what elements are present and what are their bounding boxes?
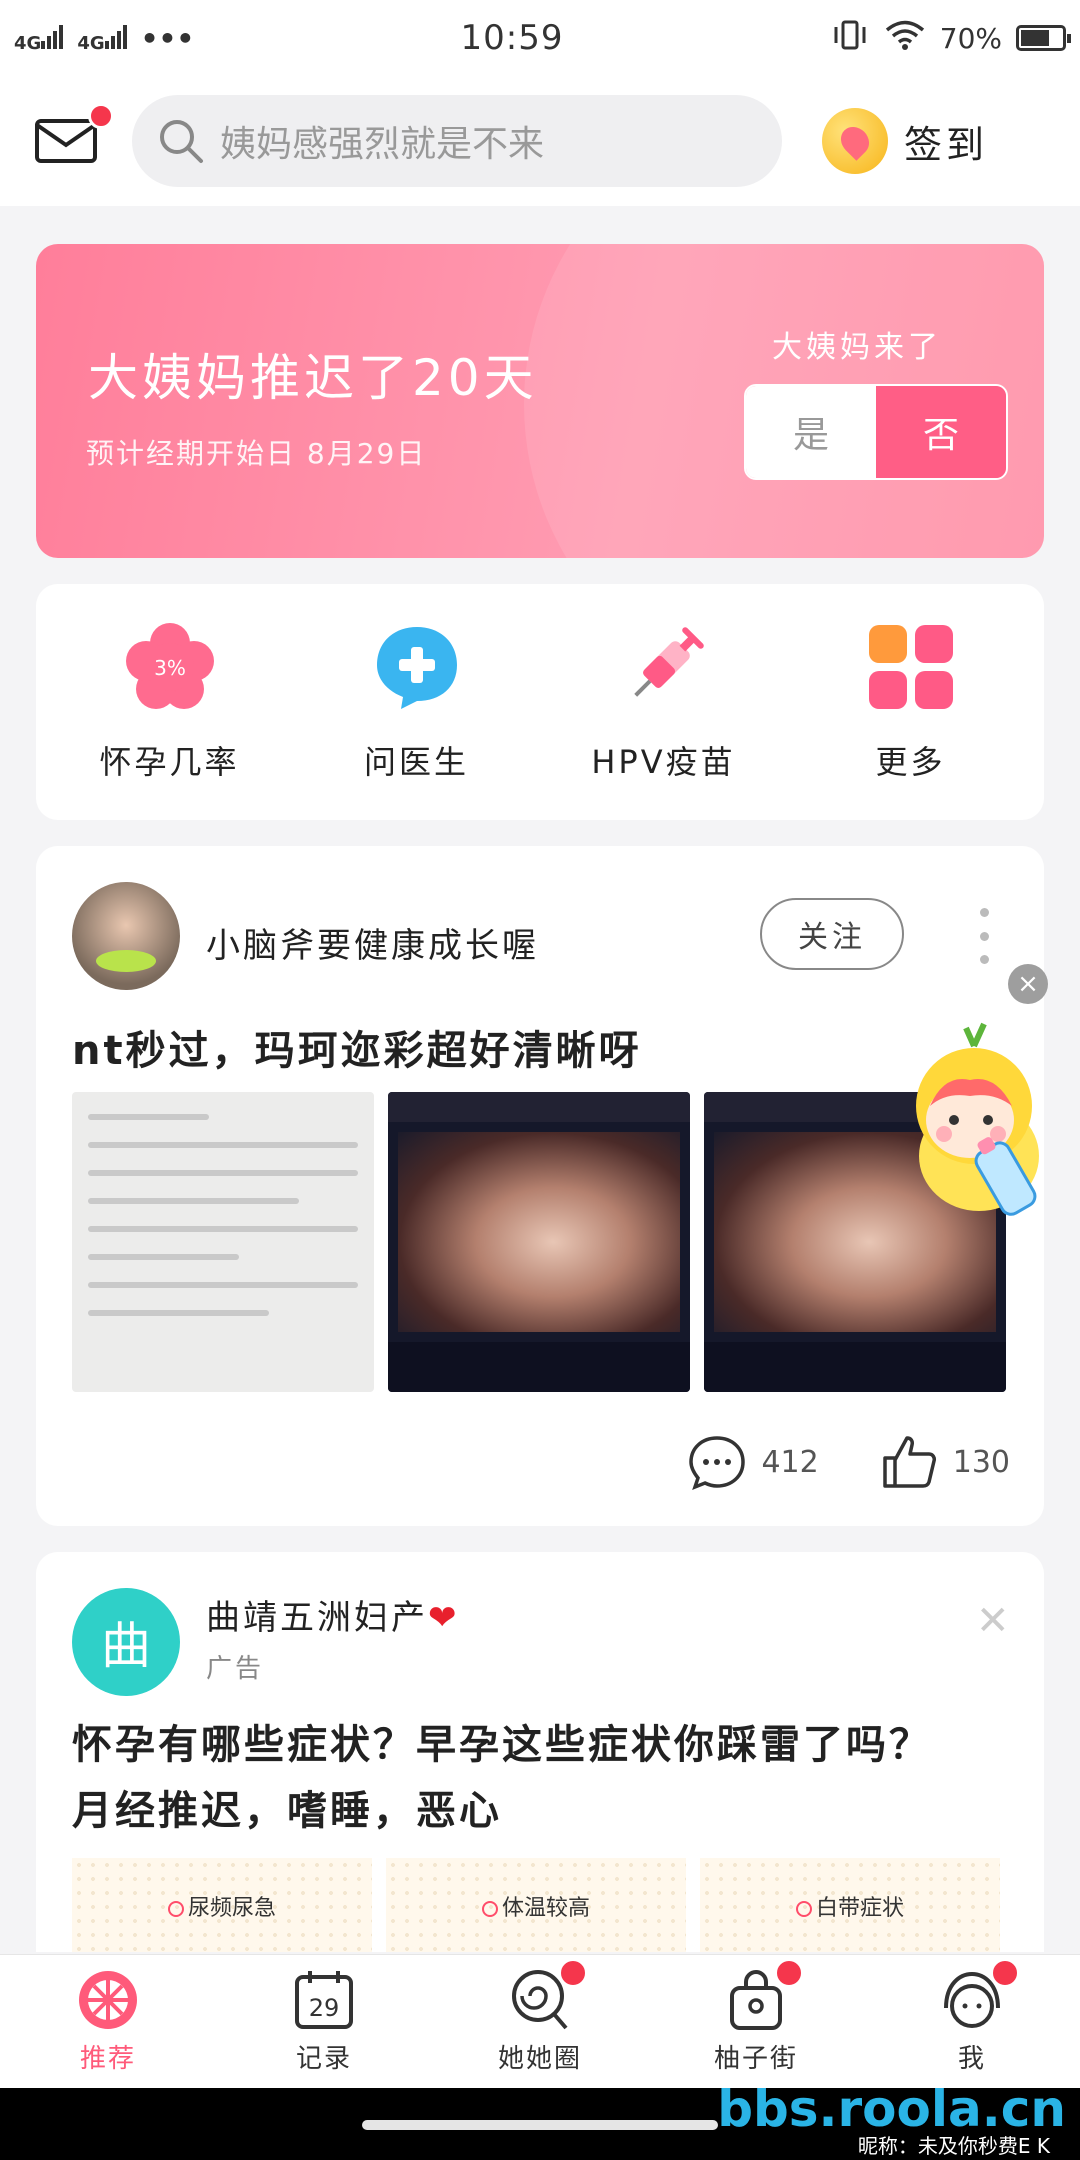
expected-period-date: 预计经期开始日 8月29日 [86,437,427,470]
unread-badge [990,1958,1020,1988]
quick-tools: 3% 怀孕几率 问医生 HPV疫苗 更多 [36,584,1044,820]
follow-button[interactable]: 关注 [760,898,904,970]
pregnancy-chance-value: 3% [154,656,186,680]
nav-label: 记录 [295,2044,352,2074]
comment-icon [689,1436,746,1491]
calendar-day: 29 [309,1994,340,2022]
nav-recommend[interactable]: 推荐 [18,1968,198,2075]
system-indicators: 70% [830,19,1071,58]
message-button[interactable] [34,103,114,165]
nav-shop[interactable]: 柚子街 [666,1958,846,2075]
post-images [72,1092,1006,1392]
tool-label: 怀孕几率 [99,743,240,781]
ad-tile[interactable]: 体温较高 [386,1858,686,1952]
nav-record[interactable]: 29 记录 [234,1968,414,2075]
more-options-icon[interactable] [980,908,990,964]
nav-me[interactable]: 我 [882,1958,1062,2075]
nav-label: 我 [957,2044,986,2074]
signal-bars-icon [104,23,127,49]
nav-community[interactable]: 她她圈 [450,1958,630,2075]
signal-1: 4G [14,23,64,54]
yes-button[interactable]: 是 [746,386,876,478]
post-author-name[interactable]: 小脑斧要健康成长喔 [206,918,539,967]
comment-button[interactable]: 412 [687,1432,819,1492]
tool-pregnancy-chance[interactable]: 3% 怀孕几率 [60,621,280,783]
ad-tile[interactable]: 尿频尿急 [72,1858,372,1952]
home-indicator[interactable] [362,2120,718,2130]
advertiser-logo[interactable]: 曲 [72,1588,180,1696]
ad-label: 广告 [206,1654,265,1684]
grapefruit-icon [76,1968,140,2032]
tool-label: HPV疫苗 [591,743,736,781]
feed-post[interactable]: 小脑斧要健康成长喔 关注 × nt秒过，玛珂迩彩超好清晰呀 412 130 [36,846,1048,1526]
battery-percent: 70% [939,21,1002,55]
period-delay-title: 大姨妈推迟了20天 [88,349,538,407]
calendar-icon: 29 [292,1968,356,2032]
comment-count: 412 [761,1444,819,1480]
tool-label: 问医生 [363,743,469,781]
author-avatar[interactable] [72,882,180,990]
lollipop-icon [508,1958,588,2032]
tool-label: 更多 [875,743,946,781]
flower-percent-icon: 3% [124,621,216,713]
checkin-label: 签到 [904,122,989,167]
like-count: 130 [952,1444,1010,1480]
like-button[interactable]: 130 [879,1432,1010,1492]
search-placeholder: 姨妈感强烈就是不来 [220,124,545,165]
period-status-card: 大姨妈推迟了20天 预计经期开始日 8月29日 大姨妈来了 是 否 [36,244,1044,558]
period-arrived-toggle: 是 否 [744,384,1008,480]
signal-bars-icon [41,23,64,49]
period-arrived-question: 大姨妈来了 [772,330,942,365]
search-bar[interactable]: 姨妈感强烈就是不来 [132,95,782,187]
tool-hpv-vaccine[interactable]: HPV疫苗 [554,621,774,783]
network-indicators: 4G 4G ••• [14,22,194,55]
more-notifications-icon: ••• [140,21,195,55]
heart-icon: ❤ [428,1598,460,1638]
nav-label: 推荐 [79,2044,136,2074]
tool-more[interactable]: 更多 [801,621,1021,783]
ad-symptom-tiles: 尿频尿急 体温较高 白带症状 [72,1858,1000,1952]
battery-icon [1015,25,1071,51]
post-image-report[interactable] [72,1092,374,1392]
grid-more-icon [865,621,957,713]
status-bar: 4G 4G ••• 10:59 70% [0,0,1080,76]
mail-icon [35,119,97,163]
search-icon [160,120,203,163]
top-header: 姨妈感强烈就是不来 签到 [0,76,1080,206]
watermark-note: 昵称：未及你秒费E K [857,2134,1050,2158]
unread-badge [558,1958,588,1988]
ad-tile[interactable]: 白带症状 [700,1858,1000,1952]
checkin-button[interactable]: 签到 [822,108,988,174]
thumbs-up-icon [882,1436,936,1488]
unread-badge [774,1958,804,1988]
ad-card[interactable]: 曲 曲靖五洲妇产❤ 广告 ✕ 怀孕有哪些症状？早孕这些症状你踩雷了吗？月经推迟，… [36,1552,1044,1952]
floating-mascot[interactable] [904,1016,1054,1226]
no-button[interactable]: 否 [876,386,1006,478]
shopping-bag-icon [724,1958,804,2032]
bottom-navigation: 推荐 29 记录 她她圈 柚子街 我 [0,1954,1080,2088]
post-stats: 412 130 [687,1432,1010,1492]
ad-title[interactable]: 怀孕有哪些症状？早孕这些症状你踩雷了吗？月经推迟，嗜睡，恶心 [72,1712,972,1844]
post-title[interactable]: nt秒过，玛珂迩彩超好清晰呀 [72,1018,642,1076]
post-image-ultrasound-1[interactable] [388,1092,690,1392]
clock: 10:59 [460,18,564,58]
nav-label: 柚子街 [713,2044,798,2074]
tool-ask-doctor[interactable]: 问医生 [307,621,527,783]
wifi-icon [884,19,926,58]
close-icon[interactable]: ✕ [976,1598,1010,1644]
advertiser-name[interactable]: 曲靖五洲妇产❤ [206,1590,460,1639]
vibrate-icon [830,19,870,58]
profile-face-icon [940,1958,1020,2032]
close-icon[interactable]: × [1008,964,1048,1004]
nav-label: 她她圈 [497,2044,582,2074]
doctor-chat-icon [371,621,463,713]
unread-badge [88,103,114,129]
checkin-coin-icon [822,108,888,174]
syringe-icon [618,621,710,713]
signal-2: 4G [77,23,127,54]
